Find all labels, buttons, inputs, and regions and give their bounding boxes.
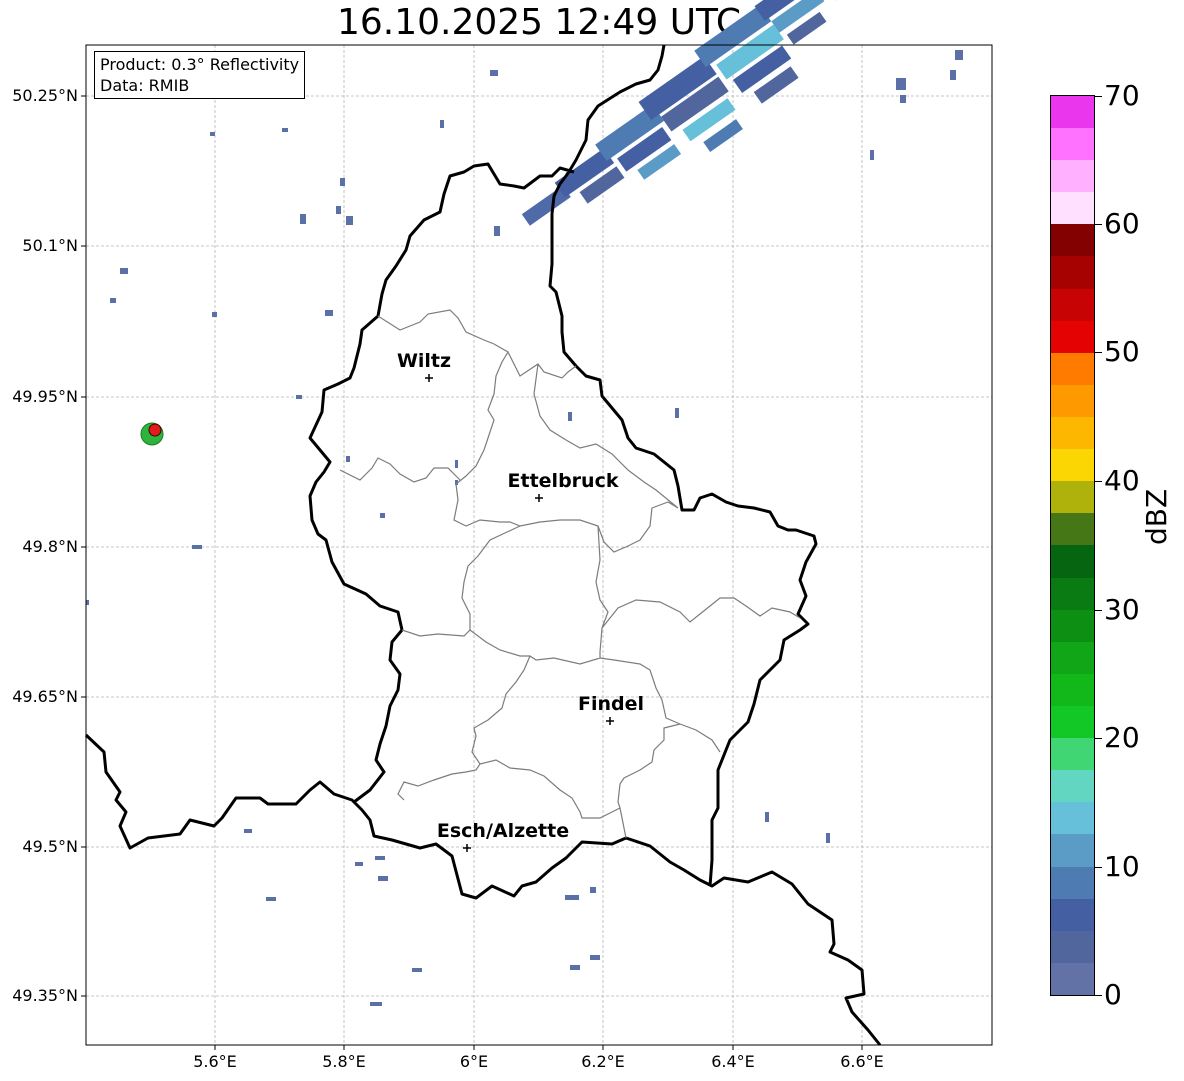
- radar-site-marker: [140, 422, 164, 446]
- colorbar-tick-mark: [1095, 995, 1102, 996]
- data-source-label: Data: RMIB: [100, 76, 190, 95]
- colorbar-tick-mark: [1095, 738, 1102, 739]
- colorbar-tick-mark: [1095, 224, 1102, 225]
- colorbar-tick-label: 60: [1104, 207, 1140, 240]
- gridlines: [86, 45, 992, 1045]
- colorbar-tick-label: 40: [1104, 464, 1140, 497]
- colorbar-swatch: [1051, 513, 1094, 546]
- lat-tick-label: 50.25°N: [12, 86, 78, 105]
- colorbar-tick-label: 20: [1104, 721, 1140, 754]
- colorbar-swatch: [1051, 384, 1094, 418]
- colorbar-swatch: [1051, 128, 1094, 161]
- radar-echoes: [521, 0, 861, 226]
- colorbar-swatch: [1051, 802, 1094, 835]
- lat-tick-label: 49.65°N: [12, 687, 78, 706]
- colorbar-swatch: [1051, 898, 1094, 931]
- colorbar-tick-label: 70: [1104, 79, 1140, 112]
- colorbar-swatch: [1051, 962, 1094, 995]
- colorbar: [1050, 95, 1095, 996]
- national-border: [84, 44, 882, 1046]
- lon-tick-label: 6.2°E: [581, 1052, 625, 1071]
- lat-tick-label: 49.35°N: [12, 986, 78, 1005]
- radar-speckles: [86, 50, 963, 1006]
- colorbar-swatch: [1051, 256, 1094, 289]
- colorbar-tick-label: 0: [1104, 978, 1122, 1011]
- colorbar-swatch: [1051, 866, 1094, 899]
- colorbar-swatch: [1051, 738, 1094, 771]
- lon-tick-label: 6.6°E: [840, 1052, 884, 1071]
- colorbar-swatch: [1051, 834, 1094, 867]
- colorbar-swatch: [1051, 288, 1094, 321]
- colorbar-swatch: [1051, 706, 1094, 739]
- colorbar-swatch: [1051, 673, 1094, 707]
- map-frame: [85, 44, 993, 1046]
- colorbar-swatch: [1051, 545, 1094, 578]
- tick-marks: [81, 95, 863, 1050]
- lon-tick-label: 6.4°E: [711, 1052, 755, 1071]
- product-label: Product: 0.3° Reflectivity: [100, 55, 300, 74]
- colorbar-tick-label: 10: [1104, 850, 1140, 883]
- colorbar-tick-mark: [1095, 96, 1102, 97]
- colorbar-tick-label: 30: [1104, 593, 1140, 626]
- colorbar-swatch: [1051, 609, 1094, 642]
- colorbar-tick-mark: [1095, 610, 1102, 611]
- lat-tick-label: 49.95°N: [12, 387, 78, 406]
- colorbar-label: dBZ: [1140, 488, 1173, 545]
- colorbar-swatch: [1051, 95, 1094, 129]
- colorbar-swatch: [1051, 449, 1094, 482]
- colorbar-swatch: [1051, 192, 1094, 225]
- colorbar-swatch: [1051, 320, 1094, 353]
- city-label-esch-alzette: Esch/Alzette: [436, 820, 570, 842]
- colorbar-swatch: [1051, 481, 1094, 514]
- colorbar-swatch: [1051, 352, 1094, 385]
- colorbar-tick-mark: [1095, 352, 1102, 353]
- city-markers: [425, 374, 614, 852]
- colorbar-swatch: [1051, 417, 1094, 450]
- colorbar-swatch: [1051, 160, 1094, 193]
- radar-map: [81, 0, 993, 1050]
- canton-boundaries: [339, 309, 801, 839]
- lon-tick-label: 6°E: [459, 1052, 489, 1071]
- city-label-wiltz: Wiltz: [396, 350, 452, 372]
- city-label-findel: Findel: [577, 693, 645, 715]
- colorbar-swatch: [1051, 224, 1094, 257]
- lon-tick-label: 5.6°E: [193, 1052, 237, 1071]
- colorbar-tick-mark: [1095, 481, 1102, 482]
- colorbar-tick-label: 50: [1104, 335, 1140, 368]
- lat-tick-label: 50.1°N: [22, 236, 78, 255]
- colorbar-swatch: [1051, 641, 1094, 674]
- colorbar-tick-mark: [1095, 867, 1102, 868]
- city-label-ettelbruck: Ettelbruck: [507, 470, 619, 492]
- colorbar-swatch: [1051, 770, 1094, 803]
- colorbar-swatch: [1051, 577, 1094, 610]
- lon-tick-label: 5.8°E: [322, 1052, 366, 1071]
- lat-tick-label: 49.8°N: [22, 537, 78, 556]
- lat-tick-label: 49.5°N: [22, 837, 78, 856]
- colorbar-swatch: [1051, 930, 1094, 963]
- product-info-box: Product: 0.3° Reflectivity Data: RMIB: [94, 51, 306, 99]
